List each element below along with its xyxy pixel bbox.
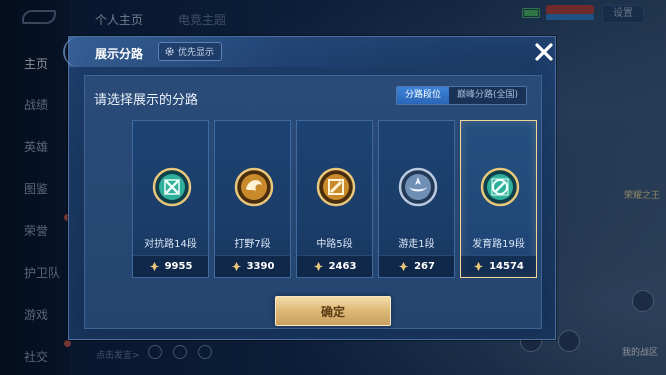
lane-card-clash[interactable]: 对抗路14段 9955: [132, 120, 209, 278]
tab-lane-segment[interactable]: 分路段位: [396, 87, 449, 104]
lane-label: 中路5段: [316, 239, 353, 250]
rank-point-icon: [313, 261, 323, 272]
select-lane-prompt: 请选择展示的分路: [94, 93, 199, 108]
jungle-emblem-icon: [234, 167, 274, 207]
gear-icon: [165, 47, 174, 56]
lane-display-dialog: 展示分路 优先显示 请选择展示的分路 分路段位 巅峰分路(全国) 对抗路14段 …: [63, 36, 556, 340]
lane-label: 游走1段: [398, 239, 435, 250]
close-icon: [535, 43, 553, 61]
tab-peak-lane[interactable]: 巅峰分路(全国): [448, 87, 526, 104]
rank-point-icon: [398, 261, 409, 272]
farm-lane-emblem-icon: [480, 167, 520, 207]
lane-card-roam[interactable]: 游走1段 267: [378, 120, 455, 278]
lane-score: 3390: [246, 261, 275, 272]
dialog-header: 展示分路 优先显示: [63, 37, 555, 67]
lane-card-farm[interactable]: 发育路19段 14574: [460, 120, 537, 278]
dialog-title: 展示分路: [95, 47, 144, 61]
lane-label: 打野7段: [234, 239, 271, 250]
score-row: 2463: [297, 255, 372, 277]
rank-point-icon: [149, 261, 159, 272]
lane-card-mid[interactable]: 中路5段 2463: [296, 120, 373, 278]
lane-card-jungle[interactable]: 打野7段 3390: [214, 120, 291, 278]
mid-lane-emblem-icon: [316, 167, 356, 207]
lane-score: 14574: [489, 261, 524, 272]
priority-display-button[interactable]: 优先显示: [158, 42, 223, 61]
confirm-button[interactable]: 确定: [275, 296, 391, 326]
roam-emblem-icon: [398, 167, 438, 207]
dialog-body: 请选择展示的分路 分路段位 巅峰分路(全国) 对抗路14段 9955 打野7段 …: [84, 75, 542, 329]
lane-label: 发育路19段: [472, 239, 525, 250]
lane-score: 267: [414, 261, 435, 272]
lane-label: 对抗路14段: [144, 239, 197, 250]
priority-display-label: 优先显示: [178, 48, 215, 58]
lane-score: 9955: [164, 261, 193, 272]
score-row: 14574: [461, 255, 536, 277]
rank-point-icon: [231, 261, 241, 272]
rank-mode-toggle: 分路段位 巅峰分路(全国): [395, 86, 527, 105]
lane-score: 2463: [328, 261, 357, 272]
score-row: 3390: [215, 255, 290, 277]
score-row: 9955: [133, 255, 208, 277]
clash-lane-emblem-icon: [152, 167, 192, 207]
lane-cards: 对抗路14段 9955 打野7段 3390 中路5段 2463 游走1段 267…: [132, 120, 537, 278]
header-ornament-icon: [63, 37, 93, 67]
rank-point-icon: [474, 261, 484, 272]
close-button[interactable]: [527, 37, 561, 67]
score-row: 267: [379, 255, 454, 277]
